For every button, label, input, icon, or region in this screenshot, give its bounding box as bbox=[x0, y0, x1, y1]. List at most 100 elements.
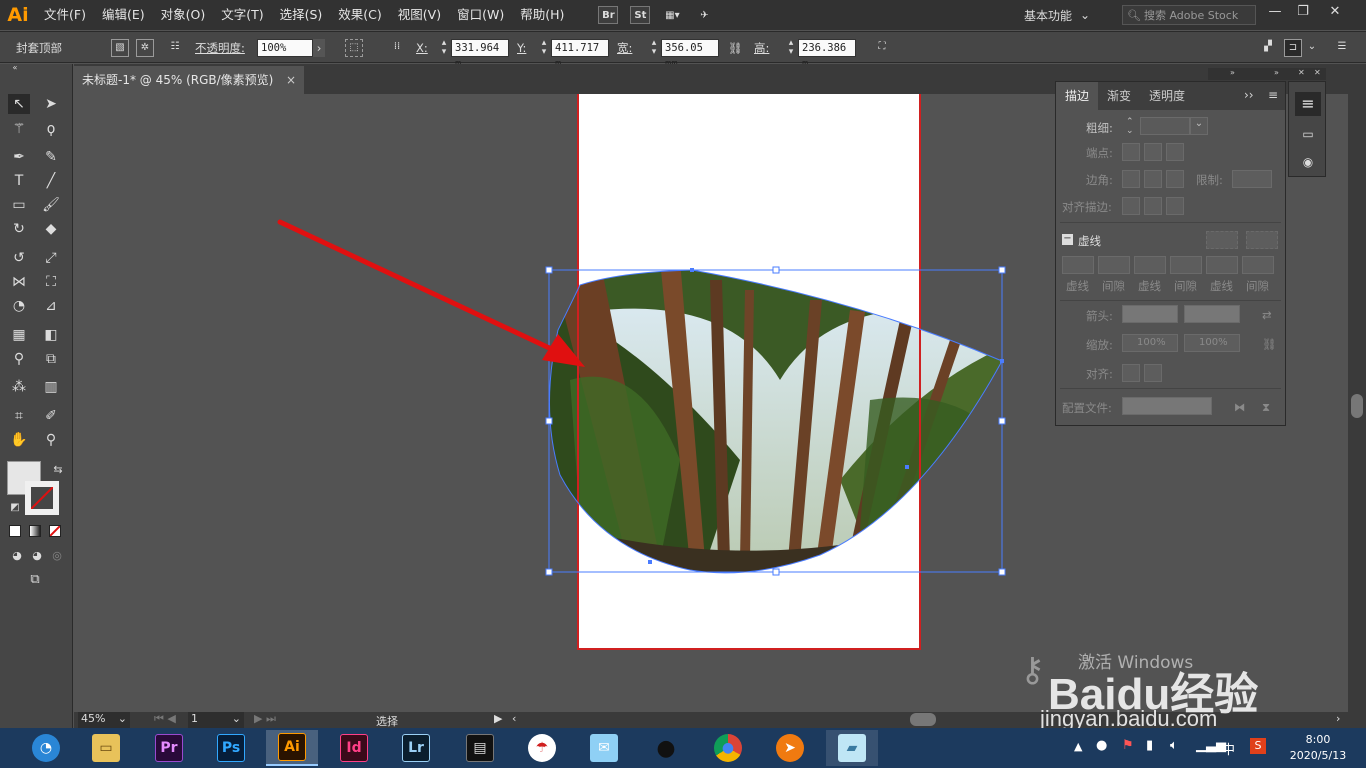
gradient-mode-icon[interactable] bbox=[29, 525, 41, 537]
bevel-join-icon[interactable] bbox=[1166, 170, 1184, 188]
opacity-arrow-icon[interactable]: › bbox=[313, 39, 325, 57]
line-tool-icon[interactable]: ╱ bbox=[40, 171, 62, 191]
menu-select[interactable]: 选择(S) bbox=[272, 0, 331, 30]
height-input[interactable]: 236.386 m bbox=[798, 39, 856, 70]
lasso-tool-icon[interactable]: ϙ bbox=[40, 119, 62, 139]
round-cap-icon[interactable] bbox=[1144, 143, 1162, 161]
edit-contents-icon[interactable]: ✲ bbox=[136, 39, 154, 57]
transform-icon[interactable]: ⛶ bbox=[873, 39, 891, 57]
ime-indicator[interactable]: 中 bbox=[1222, 739, 1235, 758]
menu-help[interactable]: 帮助(H) bbox=[512, 0, 572, 30]
tab-stroke[interactable]: 描边 bbox=[1056, 82, 1099, 110]
edit-envelope-icon[interactable]: ▧ bbox=[111, 39, 129, 57]
clock-date[interactable]: 2020/5/13 bbox=[1282, 749, 1354, 762]
taskbar-lightroom[interactable]: Lr bbox=[390, 730, 442, 766]
taskbar-app-orange[interactable]: ➤ bbox=[764, 730, 816, 766]
tab-gradient[interactable]: 渐变 bbox=[1098, 82, 1140, 110]
stroke-swatch[interactable] bbox=[25, 481, 59, 515]
y-stepper-icon[interactable]: ▴ ▾ bbox=[538, 39, 550, 57]
direct-selection-tool-icon[interactable]: ➤ bbox=[40, 94, 62, 114]
tray-expand-icon[interactable]: ▲ bbox=[1074, 740, 1082, 753]
panel-options-icon[interactable]: ≡ bbox=[1268, 88, 1278, 102]
start-scale-input[interactable]: 100% bbox=[1122, 334, 1178, 352]
end-arrowhead-select[interactable] bbox=[1184, 305, 1240, 323]
x-stepper-icon[interactable]: ▴ ▾ bbox=[438, 39, 450, 57]
magic-wand-tool-icon[interactable]: ⚚ bbox=[8, 119, 30, 139]
menu-file[interactable]: 文件(F) bbox=[36, 0, 94, 30]
zoom-tool-icon[interactable]: ⚲ bbox=[40, 430, 62, 450]
close-window-button[interactable]: ✕ bbox=[1322, 3, 1348, 21]
stroke-panel-icon[interactable]: ≡ bbox=[1295, 92, 1321, 116]
weight-stepper-icon[interactable]: ⌃ ⌄ bbox=[1126, 118, 1134, 136]
close-tab-icon[interactable]: × bbox=[286, 66, 296, 94]
expand-panel-icon[interactable]: » bbox=[1274, 68, 1279, 77]
last-page-icon[interactable]: ▶ ⏭ bbox=[254, 712, 276, 726]
end-scale-input[interactable]: 100% bbox=[1184, 334, 1240, 352]
blend-tool-icon[interactable]: ⧉ bbox=[40, 349, 62, 369]
scale-tool-icon[interactable]: ⤢ bbox=[40, 248, 62, 268]
draw-normal-icon[interactable]: ◕ bbox=[6, 546, 28, 566]
height-stepper-icon[interactable]: ▴ ▾ bbox=[785, 39, 797, 57]
taskbar-photoshop[interactable]: Ps bbox=[205, 730, 257, 766]
start-arrowhead-select[interactable] bbox=[1122, 305, 1178, 323]
tray-network-alert-icon[interactable]: ⚑ bbox=[1122, 738, 1134, 753]
arrange-icon[interactable]: ▞ bbox=[1259, 39, 1277, 57]
gap-1-input[interactable] bbox=[1098, 256, 1130, 274]
panel-menu-small-icon[interactable]: ✕ bbox=[1298, 68, 1305, 77]
preserve-dash-icon[interactable] bbox=[1206, 231, 1238, 249]
rotate-tool-icon[interactable]: ↺ bbox=[8, 248, 30, 268]
hand-tool-icon[interactable]: ✋ bbox=[8, 430, 30, 450]
slice-tool-icon[interactable]: ✐ bbox=[40, 406, 62, 426]
start-button[interactable]: ◔ bbox=[20, 730, 72, 766]
taskbar-app-umbrella[interactable]: ☂ bbox=[516, 730, 568, 766]
gap-3-input[interactable] bbox=[1242, 256, 1274, 274]
opacity-input[interactable]: 100% bbox=[257, 39, 313, 57]
align-center-icon[interactable] bbox=[1122, 197, 1140, 215]
shaper-tool-icon[interactable]: ↻ bbox=[8, 219, 30, 239]
flip-horizontal-icon[interactable]: ⧓ bbox=[1234, 400, 1246, 414]
collapse-toolbar-icon[interactable]: « bbox=[4, 62, 26, 74]
taskbar-chrome[interactable]: ● bbox=[702, 730, 754, 766]
dash-1-input[interactable] bbox=[1062, 256, 1094, 274]
dashed-line-checkbox[interactable]: − bbox=[1062, 234, 1073, 245]
profile-select[interactable] bbox=[1122, 397, 1212, 415]
mesh-tool-icon[interactable]: ▦ bbox=[8, 325, 30, 345]
page-select[interactable]: 1 ⌄ bbox=[188, 712, 244, 728]
horizontal-scroll-thumb[interactable] bbox=[910, 713, 936, 726]
curvature-tool-icon[interactable]: ✎ bbox=[40, 147, 62, 167]
vertical-scroll-thumb[interactable] bbox=[1351, 394, 1363, 418]
vertical-scrollbar[interactable] bbox=[1348, 94, 1366, 712]
status-menu-icon[interactable]: ▶ bbox=[494, 712, 502, 725]
panel-expand-icon[interactable]: ›› bbox=[1244, 88, 1254, 102]
dash-2-input[interactable] bbox=[1134, 256, 1166, 274]
flip-vertical-icon[interactable]: ⧗ bbox=[1262, 400, 1270, 415]
menu-effect[interactable]: 效果(C) bbox=[330, 0, 389, 30]
menu-object[interactable]: 对象(O) bbox=[153, 0, 214, 30]
menu-type[interactable]: 文字(T) bbox=[213, 0, 271, 30]
limit-input[interactable] bbox=[1232, 170, 1272, 188]
more-options-icon[interactable]: ☰ bbox=[1333, 39, 1351, 57]
gpu-performance-icon[interactable]: ✈ bbox=[694, 6, 714, 24]
selection-tool-icon[interactable]: ↖ bbox=[8, 94, 30, 114]
zoom-select[interactable]: 45% ⌄ bbox=[78, 712, 130, 728]
none-mode-icon[interactable] bbox=[49, 525, 61, 537]
column-graph-tool-icon[interactable]: ▥ bbox=[40, 377, 62, 397]
projecting-cap-icon[interactable] bbox=[1166, 143, 1184, 161]
align-selection-icon[interactable]: ⬚ bbox=[345, 39, 363, 57]
width-stepper-icon[interactable]: ▴ ▾ bbox=[648, 39, 660, 57]
link-scale-icon[interactable]: ⛓ bbox=[1262, 337, 1277, 351]
align-outside-icon[interactable] bbox=[1166, 197, 1184, 215]
round-join-icon[interactable] bbox=[1144, 170, 1162, 188]
butt-cap-icon[interactable] bbox=[1122, 143, 1140, 161]
transparency-panel-icon[interactable]: ◉ bbox=[1295, 150, 1321, 174]
swap-fill-stroke-icon[interactable]: ⇆ bbox=[47, 460, 69, 480]
first-page-icon[interactable]: ⏮ ◀ bbox=[154, 712, 176, 726]
collapse-panel-icon[interactable]: » bbox=[1230, 68, 1235, 77]
weight-input[interactable] bbox=[1140, 117, 1190, 135]
dash-3-input[interactable] bbox=[1206, 256, 1238, 274]
taskbar-illustrator[interactable]: Ai bbox=[266, 730, 318, 766]
tab-transparency[interactable]: 透明度 bbox=[1140, 82, 1194, 110]
artboard-tool-icon[interactable]: ⌗ bbox=[8, 406, 30, 426]
tray-battery-icon[interactable]: ▮ bbox=[1146, 738, 1153, 753]
taskbar-premiere[interactable]: Pr bbox=[143, 730, 195, 766]
